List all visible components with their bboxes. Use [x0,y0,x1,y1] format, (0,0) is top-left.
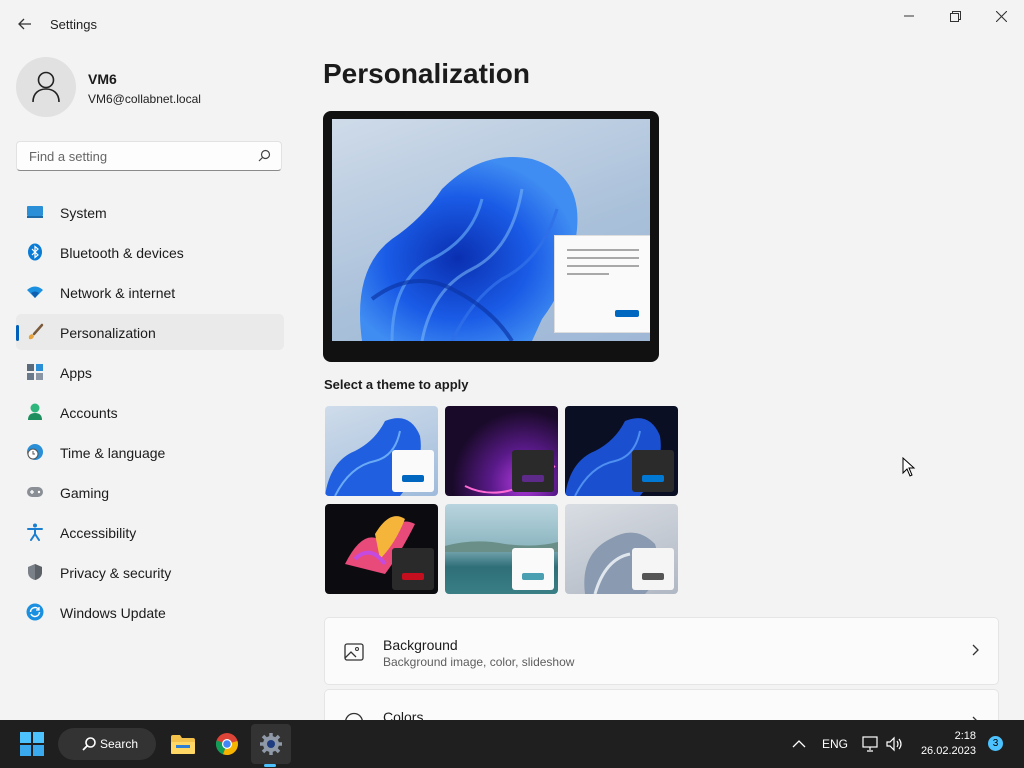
sidebar-item-label: Windows Update [60,605,166,621]
minimize-icon [904,15,914,17]
mouse-cursor-icon [902,456,916,482]
sidebar-item-label: Accounts [60,405,118,421]
gamepad-icon [26,483,44,501]
language-indicator[interactable]: ENG [822,720,848,768]
brush-icon [26,323,44,341]
chevron-right-icon [972,643,980,659]
clock[interactable]: 2:18 26.02.2023 [921,729,976,759]
gear-icon [260,733,282,755]
chrome-button[interactable] [207,724,247,764]
accounts-icon [26,403,44,421]
sidebar-item-label: Gaming [60,485,110,501]
theme-windows-light[interactable] [325,406,438,496]
globe-clock-icon [26,443,44,461]
avatar [16,57,76,117]
minimize-button[interactable] [886,0,932,32]
start-button[interactable] [20,732,44,756]
sidebar-item-label: Time & language [60,445,166,461]
file-explorer-button[interactable] [163,724,203,764]
profile-email: VM6@collabnet.local [88,92,201,106]
profile-name: VM6 [88,71,117,87]
sidebar-item-windows-update[interactable]: Windows Update [16,594,284,630]
folder-icon [171,735,195,754]
sidebar-nav: System Bluetooth & devices Network & int… [16,194,284,634]
sidebar-item-gaming[interactable]: Gaming [16,474,284,510]
clock-date: 26.02.2023 [920,745,976,757]
colors-card[interactable]: Colors [324,689,999,720]
background-card[interactable]: Background Background image, color, slid… [324,617,999,685]
card-subtitle: Background image, color, slideshow [383,655,575,669]
settings-taskbar-button[interactable] [251,724,291,764]
card-title: Colors [383,709,424,720]
active-app-indicator [264,764,276,767]
apps-icon [26,363,44,381]
sidebar-item-label: Privacy & security [60,565,172,581]
user-icon [32,71,60,103]
theme-flow[interactable] [565,504,678,594]
theme-preview [323,111,659,362]
sidebar-item-label: Personalization [60,325,156,341]
image-icon [344,642,364,662]
theme-captured-motion[interactable] [325,504,438,594]
bluetooth-icon [26,243,44,261]
chrome-icon [215,733,238,756]
title-bar: Settings [0,0,1024,48]
search-icon[interactable] [258,149,271,167]
clock-time: 2:18 [954,730,976,742]
restore-icon [949,10,961,22]
sidebar-item-accounts[interactable]: Accounts [16,394,284,430]
shield-icon [26,563,44,581]
sidebar-item-apps[interactable]: Apps [16,354,284,390]
wifi-icon [26,283,44,301]
sidebar-item-time-language[interactable]: Time & language [16,434,284,470]
sidebar-item-label: Bluetooth & devices [60,245,184,261]
volume-icon[interactable] [886,720,904,768]
palette-icon [344,712,364,720]
sidebar-item-label: Accessibility [60,525,137,541]
close-button[interactable] [978,0,1024,32]
sidebar-item-bluetooth[interactable]: Bluetooth & devices [16,234,284,270]
taskbar: Search ENG 2:18 26.02.2023 [0,720,1024,768]
theme-windows-dark[interactable] [565,406,678,496]
theme-glow[interactable] [445,406,558,496]
windows-logo-icon [20,732,44,756]
system-icon [26,203,44,221]
sidebar-item-system[interactable]: System [16,194,284,230]
network-icon[interactable] [862,720,880,768]
wallpaper-preview [332,119,650,341]
user-profile[interactable]: VM6 VM6@collabnet.local [16,57,286,117]
update-icon [26,603,44,621]
sidebar-item-personalization[interactable]: Personalization [16,314,284,350]
theme-grid [325,406,685,596]
card-title: Background [383,637,458,653]
sidebar-item-accessibility[interactable]: Accessibility [16,514,284,550]
chevron-up-icon[interactable] [792,720,806,768]
search-icon [82,737,96,756]
taskbar-search[interactable]: Search [58,728,156,760]
app-title: Settings [50,17,97,32]
page-title: Personalization [323,58,530,89]
theme-sunrise[interactable] [445,504,558,594]
sidebar-item-label: System [60,205,107,221]
sidebar-item-privacy[interactable]: Privacy & security [16,554,284,590]
close-icon [995,10,1007,22]
accessibility-icon [26,523,44,541]
notification-badge[interactable]: 3 [988,736,1003,751]
themes-label: Select a theme to apply [324,377,469,392]
search-box[interactable] [16,141,282,171]
sidebar-item-network[interactable]: Network & internet [16,274,284,310]
preview-window [554,235,650,333]
sidebar-item-label: Network & internet [60,285,176,301]
back-arrow-icon[interactable] [14,13,36,35]
taskbar-search-label: Search [100,737,139,751]
maximize-button[interactable] [932,0,978,32]
search-input[interactable] [27,148,251,165]
sidebar-item-label: Apps [60,365,92,381]
